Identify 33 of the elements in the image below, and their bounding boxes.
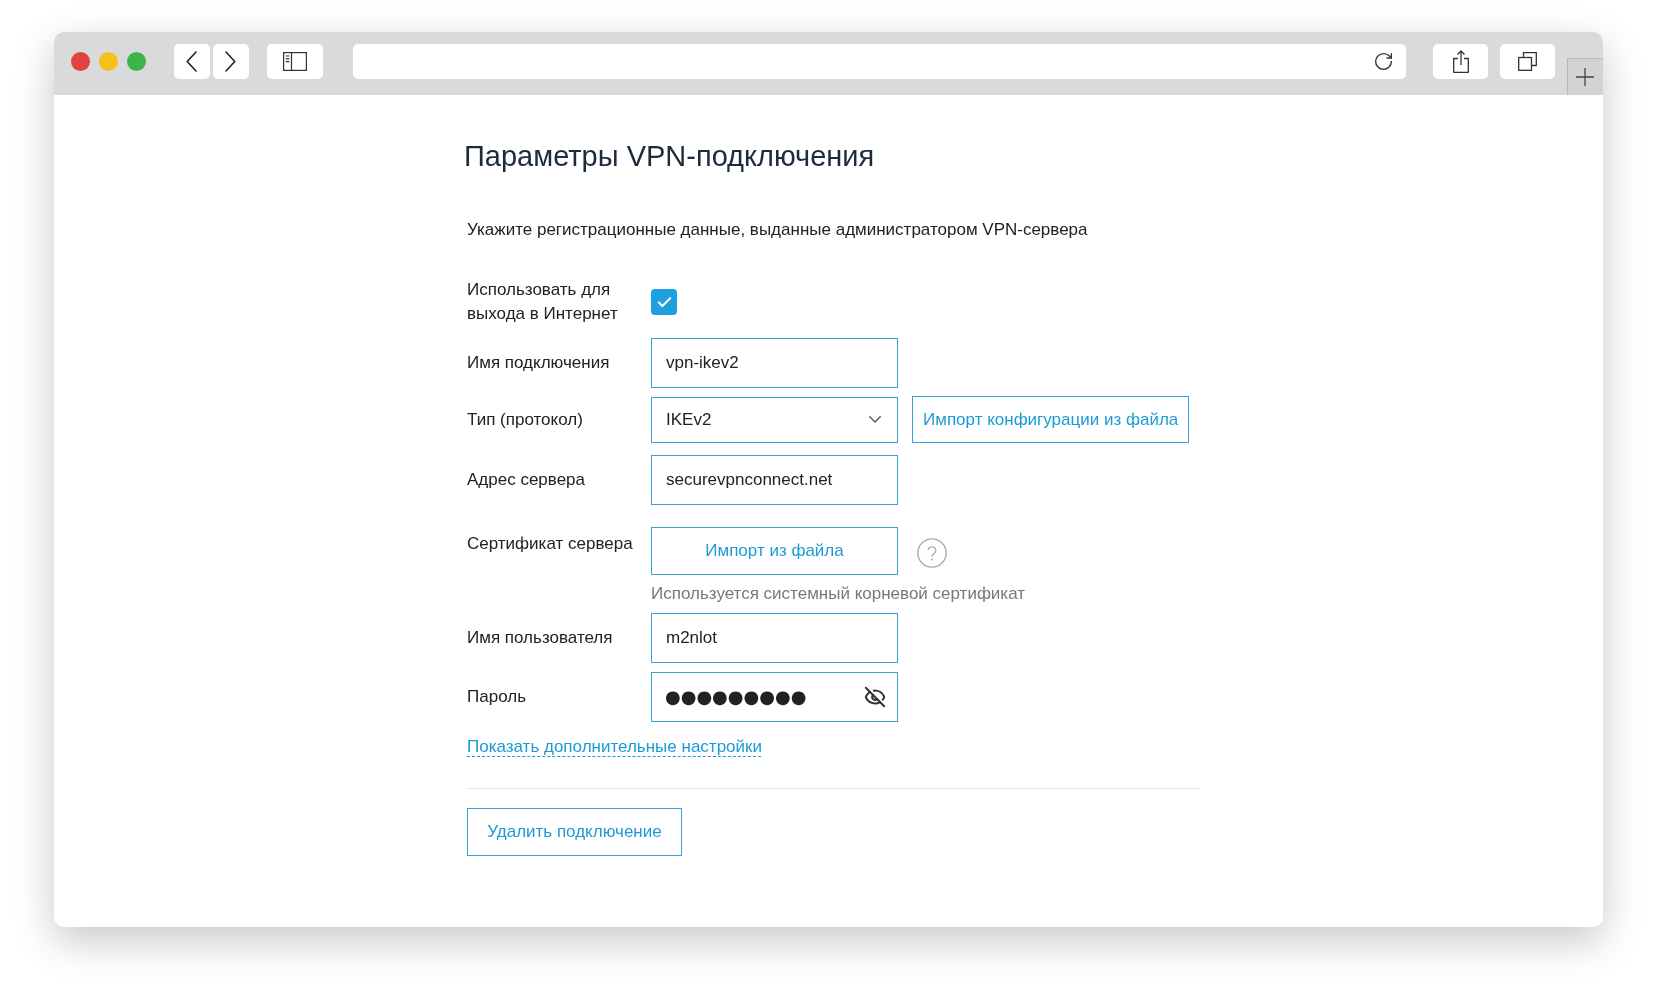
input-field[interactable]: securevpnconnect.net [651,455,898,505]
password-field[interactable]: ●●●●●●●●● [651,672,898,722]
sidebar-icon [282,52,307,71]
share-button[interactable] [1433,44,1489,79]
protocol-dropdown[interactable]: IKEv2 [651,396,898,443]
hint-text: Используется системный корневой сертификат [651,586,1026,602]
input-field[interactable]: m2nlot [651,613,898,663]
chevron-down-icon [869,416,881,423]
field-label: Адрес сервера [467,470,585,489]
field-label: Использовать для выхода в Интернет [467,280,618,323]
tabs-icon [1518,52,1537,71]
checkbox[interactable] [651,289,677,315]
eye-off-icon[interactable] [864,686,886,708]
tabs-button[interactable] [1500,44,1555,79]
page-title: Параметры VPN-подключения [464,139,875,174]
new-tab-button[interactable] [1567,58,1603,95]
forward-button[interactable] [212,44,249,79]
plus-icon [1576,68,1595,86]
chevron-left-icon [186,51,198,72]
description-text: Укажите регистрационные данные, выданные администратором VPN-сервера [467,219,1088,241]
share-icon [1452,50,1469,73]
chevron-right-icon [225,51,237,72]
field-label: Имя пользователя [467,628,613,647]
field-label: Имя подключения [467,353,610,372]
input-field[interactable]: vpn-ikev2 [651,338,898,388]
close-window-button[interactable] [71,52,90,71]
back-button[interactable] [174,44,210,79]
reload-icon[interactable] [1373,51,1395,72]
sidebar-button[interactable] [266,44,323,79]
address-field[interactable] [352,44,1407,79]
field-label: Пароль [467,687,526,706]
field-label: Сертификат сервера [467,534,633,553]
field-label: Тип (протокол) [467,409,583,429]
